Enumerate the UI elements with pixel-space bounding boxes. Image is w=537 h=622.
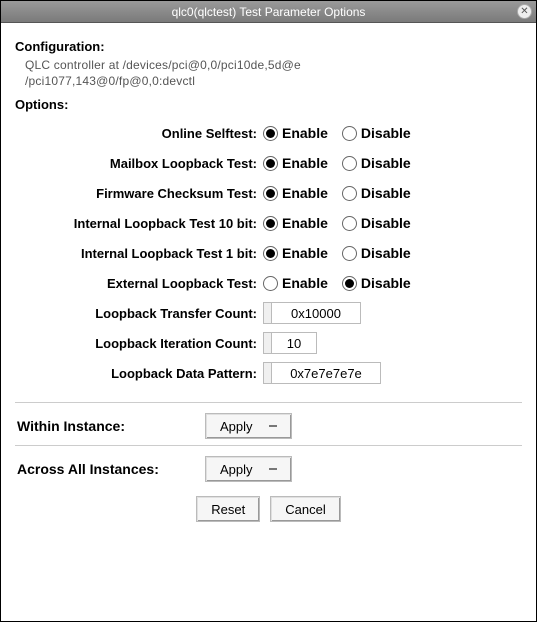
radio-dot-icon: [263, 126, 278, 141]
internal-loop-10-label: Internal Loopback Test 10 bit:: [15, 216, 263, 231]
mailbox-loopback-radio-group: Enable Disable: [263, 155, 411, 171]
options-list: Online Selftest:EnableDisableMailbox Loo…: [15, 118, 522, 388]
menu-mark-icon: [269, 425, 277, 427]
menu-mark-icon: [269, 468, 277, 470]
data-pattern-input[interactable]: [271, 362, 381, 384]
enable-text: Enable: [282, 185, 328, 201]
dialog-window: qlc0(qlctest) Test Parameter Options ✕ C…: [0, 0, 537, 622]
data-pattern-field-wrap: [263, 362, 381, 384]
internal-loop-10-enable-radio[interactable]: Enable: [263, 215, 328, 231]
internal-loop-10-row: Internal Loopback Test 10 bit: Enable Disa…: [15, 208, 522, 238]
external-loopback-radio-group: Enable Disable: [263, 275, 411, 291]
across-instances-label: Across All Instances:: [15, 461, 205, 477]
cancel-button-label: Cancel: [285, 502, 325, 517]
configuration-heading: Configuration:: [15, 39, 522, 54]
iteration-count-row: Loopback Iteration Count:: [15, 328, 522, 358]
mailbox-loopback-label: Mailbox Loopback Test:: [15, 156, 263, 171]
radio-dot-icon: [342, 216, 357, 231]
online-selftest-enable-radio[interactable]: Enable: [263, 125, 328, 141]
radio-dot-icon: [342, 276, 357, 291]
bottom-button-row: Reset Cancel: [15, 496, 522, 522]
external-loopback-disable-radio[interactable]: Disable: [342, 275, 411, 291]
configuration-text: QLC controller at /devices/pci@0,0/pci10…: [25, 58, 522, 89]
internal-loop-1-row: Internal Loopback Test 1 bit: Enable Disab…: [15, 238, 522, 268]
enable-text: Enable: [282, 125, 328, 141]
apply-across-button[interactable]: Apply: [205, 456, 292, 482]
disable-text: Disable: [361, 185, 411, 201]
field-grip-icon: [263, 362, 271, 384]
radio-dot-icon: [263, 216, 278, 231]
external-loopback-label: External Loopback Test:: [15, 276, 263, 291]
data-pattern-row: Loopback Data Pattern:: [15, 358, 522, 388]
disable-text: Disable: [361, 125, 411, 141]
external-loopback-row: External Loopback Test: Enable Disable: [15, 268, 522, 298]
configuration-line1: QLC controller at /devices/pci@0,0/pci10…: [25, 58, 522, 74]
firmware-checksum-enable-radio[interactable]: Enable: [263, 185, 328, 201]
internal-loop-10-radio-group: Enable Disable: [263, 215, 411, 231]
transfer-count-label: Loopback Transfer Count:: [15, 306, 263, 321]
within-instance-label: Within Instance:: [15, 418, 205, 434]
separator: [15, 445, 522, 446]
firmware-checksum-label: Firmware Checksum Test:: [15, 186, 263, 201]
enable-text: Enable: [282, 155, 328, 171]
iteration-count-label: Loopback Iteration Count:: [15, 336, 263, 351]
online-selftest-label: Online Selftest:: [15, 126, 263, 141]
radio-dot-icon: [263, 276, 278, 291]
radio-dot-icon: [342, 246, 357, 261]
firmware-checksum-radio-group: Enable Disable: [263, 185, 411, 201]
configuration-line2: /pci1077,143@0/fp@0,0:devctl: [25, 74, 522, 90]
iteration-count-field-wrap: [263, 332, 317, 354]
radio-dot-icon: [342, 186, 357, 201]
field-grip-icon: [263, 332, 271, 354]
data-pattern-label: Loopback Data Pattern:: [15, 366, 263, 381]
reset-button[interactable]: Reset: [196, 496, 260, 522]
transfer-count-field-wrap: [263, 302, 361, 324]
field-grip-icon: [263, 302, 271, 324]
online-selftest-row: Online Selftest: Enable Disable: [15, 118, 522, 148]
internal-loop-1-radio-group: Enable Disable: [263, 245, 411, 261]
across-instances-row: Across All Instances: Apply: [15, 456, 522, 482]
enable-text: Enable: [282, 275, 328, 291]
online-selftest-disable-radio[interactable]: Disable: [342, 125, 411, 141]
disable-text: Disable: [361, 155, 411, 171]
separator: [15, 402, 522, 403]
within-instance-row: Within Instance: Apply: [15, 413, 522, 439]
iteration-count-input[interactable]: [271, 332, 317, 354]
mailbox-loopback-row: Mailbox Loopback Test: Enable Disable: [15, 148, 522, 178]
apply-across-label: Apply: [220, 462, 253, 477]
radio-dot-icon: [342, 126, 357, 141]
disable-text: Disable: [361, 245, 411, 261]
reset-button-label: Reset: [211, 502, 245, 517]
enable-text: Enable: [282, 245, 328, 261]
internal-loop-1-label: Internal Loopback Test 1 bit:: [15, 246, 263, 261]
options-heading: Options:: [15, 97, 522, 112]
mailbox-loopback-disable-radio[interactable]: Disable: [342, 155, 411, 171]
apply-within-label: Apply: [220, 419, 253, 434]
titlebar: qlc0(qlctest) Test Parameter Options ✕: [1, 1, 536, 23]
radio-dot-icon: [263, 156, 278, 171]
apply-within-button[interactable]: Apply: [205, 413, 292, 439]
close-icon[interactable]: ✕: [517, 4, 532, 19]
disable-text: Disable: [361, 215, 411, 231]
content-area: Configuration: QLC controller at /device…: [1, 23, 536, 621]
transfer-count-row: Loopback Transfer Count:: [15, 298, 522, 328]
radio-dot-icon: [263, 186, 278, 201]
radio-dot-icon: [342, 156, 357, 171]
internal-loop-1-enable-radio[interactable]: Enable: [263, 245, 328, 261]
enable-text: Enable: [282, 215, 328, 231]
radio-dot-icon: [263, 246, 278, 261]
cancel-button[interactable]: Cancel: [270, 496, 340, 522]
internal-loop-10-disable-radio[interactable]: Disable: [342, 215, 411, 231]
firmware-checksum-row: Firmware Checksum Test: Enable Disable: [15, 178, 522, 208]
internal-loop-1-disable-radio[interactable]: Disable: [342, 245, 411, 261]
mailbox-loopback-enable-radio[interactable]: Enable: [263, 155, 328, 171]
window-title: qlc0(qlctest) Test Parameter Options: [172, 5, 366, 19]
firmware-checksum-disable-radio[interactable]: Disable: [342, 185, 411, 201]
disable-text: Disable: [361, 275, 411, 291]
transfer-count-input[interactable]: [271, 302, 361, 324]
external-loopback-enable-radio[interactable]: Enable: [263, 275, 328, 291]
online-selftest-radio-group: Enable Disable: [263, 125, 411, 141]
